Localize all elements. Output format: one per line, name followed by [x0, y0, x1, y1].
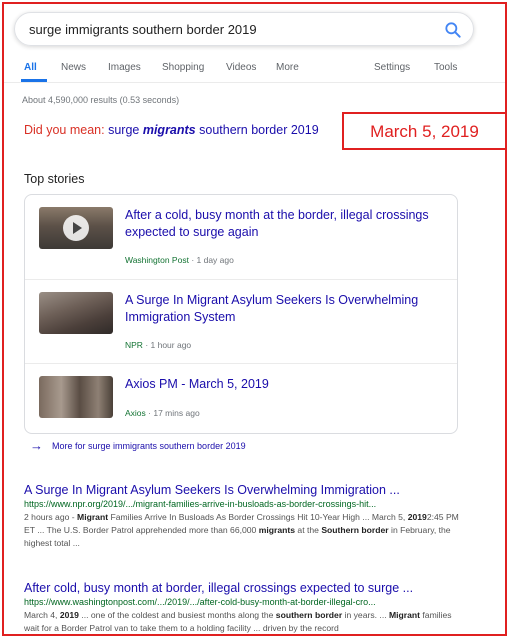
story-title[interactable]: Axios PM - March 5, 2019 — [125, 376, 445, 393]
result-stats: About 4,590,000 results (0.53 seconds) — [22, 95, 180, 105]
tab-more[interactable]: More — [276, 62, 299, 73]
tab-settings[interactable]: Settings — [374, 62, 410, 73]
arrow-right-icon: → — [30, 438, 43, 453]
suggestion-correction: migrants — [142, 123, 196, 137]
story-time: 1 day ago — [196, 255, 234, 265]
story-thumbnail[interactable] — [39, 376, 113, 418]
story-source: Washington Post — [125, 255, 189, 265]
screenshot-frame: surge immigrants southern border 2019 Al… — [2, 2, 507, 636]
story-thumbnail[interactable] — [39, 292, 113, 334]
suggestion-suffix: southern border 2019 — [195, 123, 319, 137]
story-meta: Washington Post · 1 day ago — [125, 255, 234, 265]
top-stories-card: After a cold, busy month at the border, … — [24, 194, 458, 434]
story-item[interactable]: A Surge In Migrant Asylum Seekers Is Ove… — [25, 279, 457, 360]
result-title[interactable]: A Surge In Migrant Asylum Seekers Is Ove… — [24, 482, 464, 498]
tab-shopping[interactable]: Shopping — [162, 62, 204, 73]
story-time: 17 mins ago — [153, 408, 200, 418]
result-url[interactable]: https://www.npr.org/2019/.../migrant-fam… — [24, 498, 464, 511]
did-you-mean: Did you mean: surge migrants southern bo… — [24, 123, 319, 137]
story-title[interactable]: After a cold, busy month at the border, … — [125, 207, 445, 241]
story-item[interactable]: Axios PM - March 5, 2019 Axios · 17 mins… — [25, 363, 457, 436]
search-input[interactable]: surge immigrants southern border 2019 — [29, 22, 257, 37]
tab-all[interactable]: All — [24, 62, 37, 73]
story-meta: Axios · 17 mins ago — [125, 408, 200, 418]
tab-videos[interactable]: Videos — [226, 62, 256, 73]
story-item[interactable]: After a cold, busy month at the border, … — [25, 195, 457, 275]
story-source: Axios — [125, 408, 146, 418]
tab-tools[interactable]: Tools — [434, 62, 457, 73]
more-stories-link[interactable]: → More for surge immigrants southern bord… — [30, 438, 246, 453]
more-stories-label: More for surge immigrants southern borde… — [52, 441, 246, 451]
tab-news[interactable]: News — [61, 62, 86, 73]
story-title[interactable]: A Surge In Migrant Asylum Seekers Is Ove… — [125, 292, 445, 326]
search-result: A Surge In Migrant Asylum Seekers Is Ove… — [24, 482, 464, 550]
story-video-thumbnail[interactable] — [39, 207, 113, 249]
suggestion-prefix: surge — [108, 123, 143, 137]
tab-images[interactable]: Images — [108, 62, 141, 73]
search-icon[interactable] — [443, 20, 463, 40]
did-you-mean-label: Did you mean: — [24, 123, 105, 137]
play-icon[interactable] — [63, 215, 89, 241]
date-annotation: March 5, 2019 — [370, 122, 479, 141]
result-snippet: 2 hours ago - Migrant Families Arrive In… — [24, 512, 459, 548]
story-meta: NPR · 1 hour ago — [125, 340, 192, 350]
search-box[interactable]: surge immigrants southern border 2019 — [14, 12, 474, 46]
result-url[interactable]: https://www.washingtonpost.com/.../2019/… — [24, 596, 464, 609]
story-time: 1 hour ago — [150, 340, 192, 350]
did-you-mean-suggestion[interactable]: surge migrants southern border 2019 — [108, 123, 319, 137]
story-source: NPR — [125, 340, 143, 350]
search-tabs: All News Images Shopping Videos More Set… — [4, 54, 505, 83]
date-annotation-box: March 5, 2019 — [342, 112, 505, 150]
top-stories-heading: Top stories — [24, 172, 85, 186]
search-result: After cold, busy month at border, illega… — [24, 580, 464, 634]
result-title[interactable]: After cold, busy month at border, illega… — [24, 580, 464, 596]
active-tab-indicator — [21, 79, 47, 82]
result-snippet: March 4, 2019 ... one of the coldest and… — [24, 610, 452, 633]
